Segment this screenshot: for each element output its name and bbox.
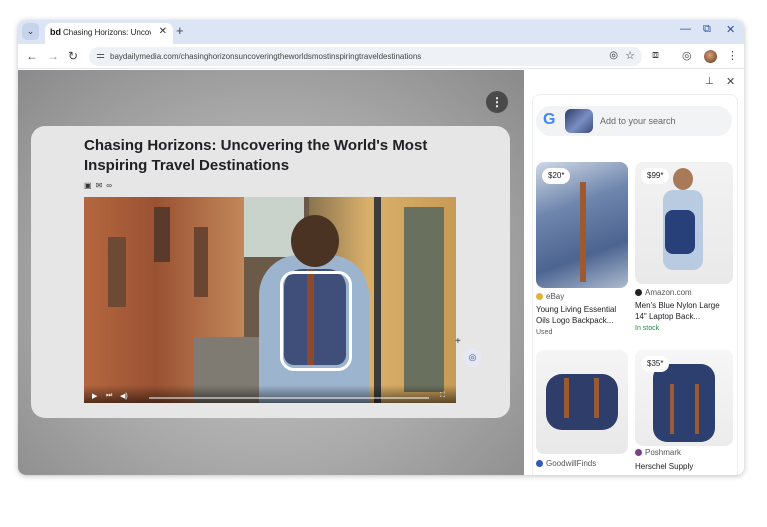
price-badge: $35* [641,356,670,372]
video-controls: ▶ ⏭ ◀) ⛶ [84,385,456,403]
address-bar[interactable]: ⚌ baydailymedia.com/chasinghorizonsuncov… [89,47,642,66]
backpack-strap [594,378,599,418]
new-tab-button[interactable]: + [176,23,184,38]
result-source: eBay [536,292,564,301]
back-arrow-icon[interactable]: ← [26,49,38,63]
lens-selection-frame[interactable] [280,271,352,371]
tab-search-button[interactable]: ⌄ [22,23,39,40]
result-source: Amazon.com [635,288,692,297]
site-info-icon[interactable]: ⚌ [96,50,105,61]
result-stock: In stock [635,325,660,332]
crosshair-cursor-icon: + [455,336,461,347]
result-source: GoodwillFinds [536,459,596,468]
volume-icon[interactable]: ◀) [120,392,128,400]
window-close-button[interactable]: ✕ [726,23,735,36]
share-icons: ▣✉∞ [84,181,116,190]
article-headline: Chasing Horizons: Uncovering the World's… [84,137,428,174]
amazon-favicon-icon [635,289,642,296]
lens-search-bar[interactable]: G Add to your search [536,106,732,136]
google-logo-icon: G [543,111,556,128]
result-title: Young Living Essential Oils Logo Backpac… [536,305,617,325]
price-badge: $99* [641,168,670,184]
profile-avatar[interactable] [704,50,717,63]
next-icon[interactable]: ⏭ [106,392,112,400]
comment-icon[interactable]: ▣ [84,181,96,190]
result-title: Herschel Supply [635,462,694,471]
result-title: Men's Blue Nylon Large 14" Laptop Back..… [635,301,720,321]
link-icon[interactable]: ∞ [106,181,116,190]
lens-toolbar-icon[interactable]: ◎ [682,49,692,62]
result-image [536,350,628,454]
overlay-menu-icon[interactable]: ⋮ [486,91,508,113]
goodwill-favicon-icon [536,460,543,467]
lens-side-panel: ⊥ ✕ G Add to your search $20* eBay Young… [524,70,744,475]
browser-toolbar: ← → ↻ ⚌ baydailymedia.com/chasinghorizon… [18,44,744,69]
video-person-head [291,215,339,267]
result-card[interactable]: $99* Amazon.com Men's Blue Nylon Large 1… [635,162,733,342]
result-card[interactable]: $20* eBay Young Living Essential Oils Lo… [536,162,628,342]
poshmark-favicon-icon [635,449,642,456]
tab-strip: ⌄ bd Chasing Horizons: Uncover ✕ + — ⧉ ✕ [18,20,744,44]
restore-button[interactable]: ⧉ [703,23,711,36]
result-card[interactable]: $35* Poshmark Herschel Supply [635,350,733,475]
video-pole [374,197,381,403]
tab-close-icon[interactable]: ✕ [159,26,167,37]
backpack [546,374,618,430]
search-image-thumbnail[interactable] [565,109,593,133]
result-source: Poshmark [635,448,681,457]
reload-icon[interactable]: ↻ [68,49,78,63]
backpack-strap [580,182,586,282]
more-menu-icon[interactable]: ⋮ [727,49,738,62]
mail-icon[interactable]: ✉ [96,181,107,190]
result-condition: Used [536,329,553,336]
backpack [665,210,695,254]
model-head [673,168,693,190]
video-door [404,207,444,392]
fullscreen-icon[interactable]: ⛶ [440,392,445,400]
site-favicon-icon: bd [50,27,61,37]
page-content-overlay: ⋮ Chasing Horizons: Uncovering the World… [18,70,524,475]
pin-icon[interactable]: ⊥ [705,76,714,87]
extensions-icon[interactable]: ⧈ [652,49,659,62]
browser-window: ⌄ bd Chasing Horizons: Uncover ✕ + — ⧉ ✕… [18,20,744,475]
bookmark-star-icon[interactable]: ☆ [625,49,635,62]
lens-search-button[interactable]: ◎ [463,348,482,367]
backpack [653,364,715,442]
panel-close-icon[interactable]: ✕ [726,75,735,88]
result-card[interactable]: GoodwillFinds [536,350,628,475]
video-window [108,237,126,307]
forward-arrow-icon[interactable]: → [47,49,59,63]
backpack-strap [670,384,674,434]
backpack-strap [564,378,569,418]
article-video[interactable]: ▶ ⏭ ◀) ⛶ [84,197,456,403]
tab-active[interactable]: bd Chasing Horizons: Uncover ✕ [45,23,173,44]
tab-title: Chasing Horizons: Uncover [63,28,151,37]
video-window [154,207,170,262]
search-placeholder: Add to your search [600,116,676,126]
article-card: Chasing Horizons: Uncovering the World's… [31,126,510,418]
url-text: baydailymedia.com/chasinghorizonsuncover… [110,52,422,61]
ebay-favicon-icon [536,293,543,300]
backpack-strap [695,384,699,434]
lens-icon[interactable]: ◎ [609,50,618,61]
play-icon[interactable]: ▶ [92,392,97,400]
price-badge: $20* [542,168,571,184]
minimize-button[interactable]: — [680,23,691,35]
video-window [194,227,208,297]
video-progress-bar[interactable] [149,397,429,399]
